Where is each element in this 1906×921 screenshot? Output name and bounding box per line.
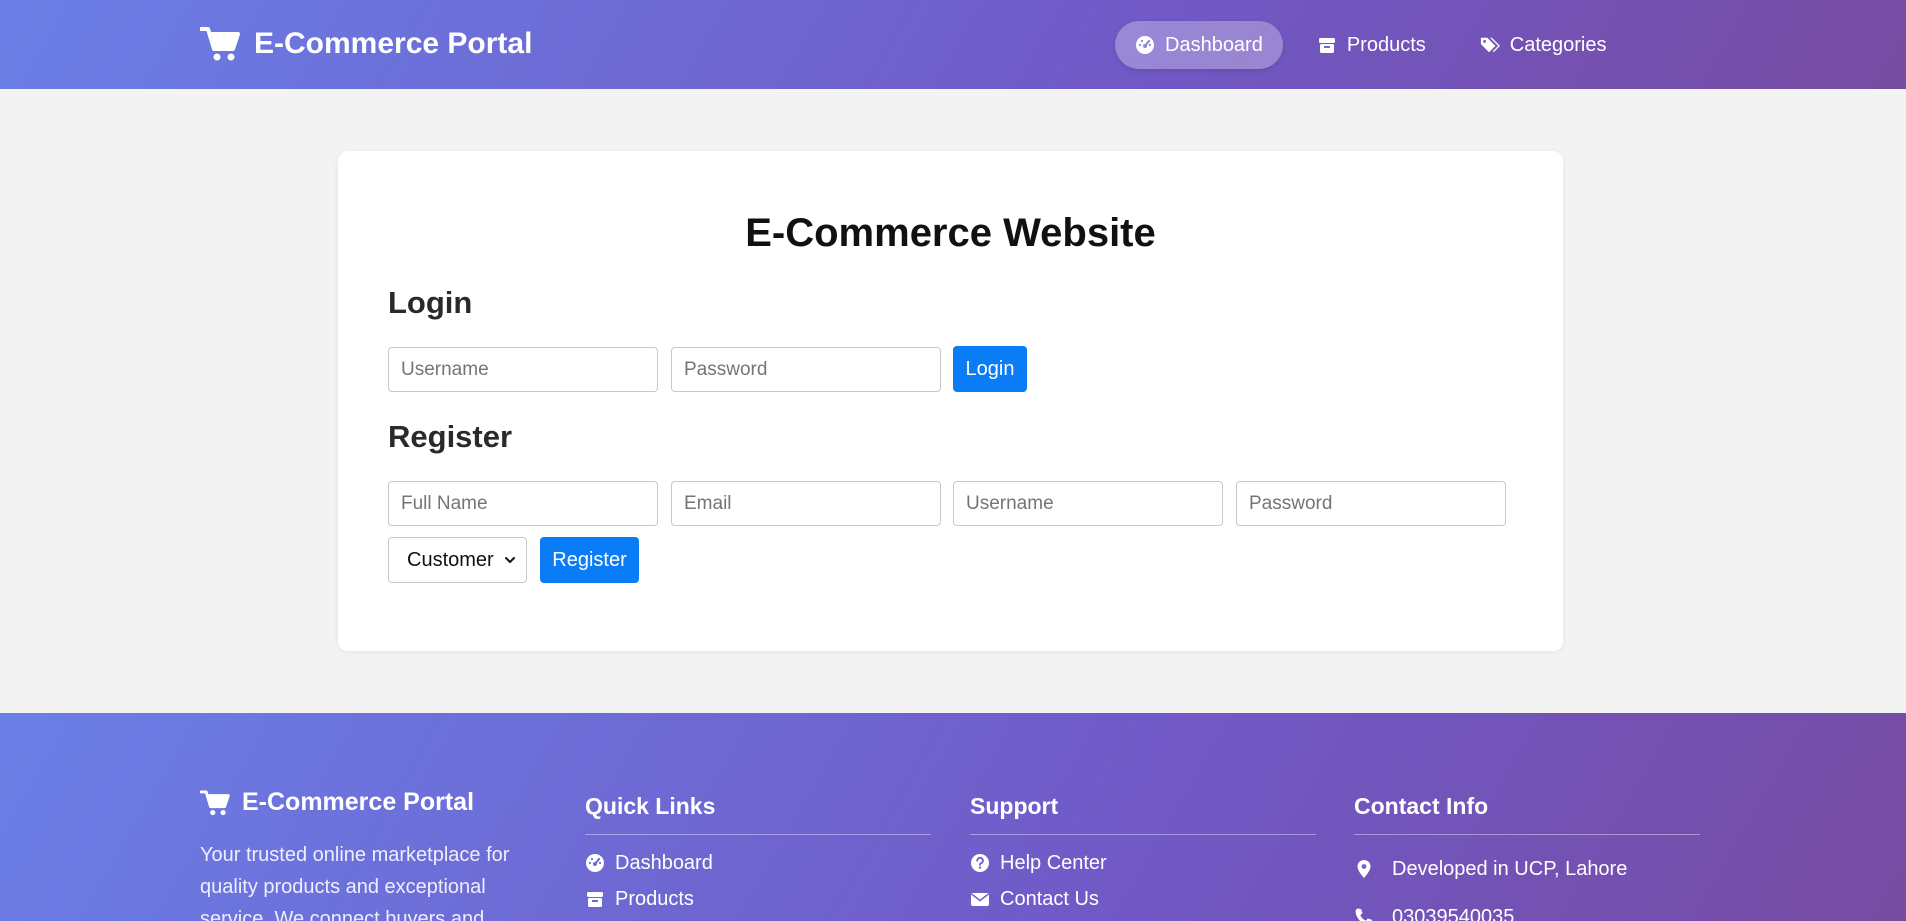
shopping-cart-icon <box>200 789 230 815</box>
nav-products[interactable]: Products <box>1297 21 1446 69</box>
register-username-input[interactable] <box>953 481 1223 526</box>
login-password-input[interactable] <box>671 347 941 392</box>
page-title: E-Commerce Website <box>745 211 1156 255</box>
register-email-input[interactable] <box>671 481 941 526</box>
chevron-down-icon <box>505 557 515 563</box>
footer-link-label: Contact Us <box>1000 887 1099 910</box>
nav-dashboard[interactable]: Dashboard <box>1115 21 1283 69</box>
role-select[interactable]: Customer <box>388 537 527 583</box>
map-pin-icon <box>1357 860 1371 878</box>
contact-phone: 03039540035 <box>1354 893 1700 921</box>
login-username-input[interactable] <box>388 347 658 392</box>
footer-link-label: Help Center <box>1000 851 1107 874</box>
nav-links: Dashboard Products Categories <box>1115 21 1627 69</box>
footer-link-contact-us[interactable]: Contact Us <box>970 881 1316 917</box>
brand-name: E-Commerce Portal <box>254 27 533 60</box>
contact-address: Developed in UCP, Lahore <box>1354 845 1700 893</box>
footer-link-dashboard[interactable]: Dashboard <box>585 845 931 881</box>
footer-support: Support Help Center Contact Us <box>970 793 1316 917</box>
contact-info-heading: Contact Info <box>1354 793 1700 835</box>
box-icon <box>587 892 603 907</box>
nav-categories[interactable]: Categories <box>1460 21 1627 69</box>
support-heading: Support <box>970 793 1316 835</box>
footer-link-label: Dashboard <box>615 851 713 874</box>
footer-quick-links: Quick Links Dashboard Products <box>585 793 931 917</box>
contact-address-text: Developed in UCP, Lahore <box>1392 857 1628 880</box>
nav-products-label: Products <box>1346 33 1426 56</box>
brand[interactable]: E-Commerce Portal <box>200 24 532 64</box>
footer-contact-info: Contact Info Developed in UCP, Lahore 03… <box>1354 793 1700 921</box>
register-heading: Register <box>388 419 513 454</box>
contact-phone-text: 03039540035 <box>1392 905 1515 921</box>
top-navbar: E-Commerce Portal Dashboard Products Cat… <box>0 0 1906 89</box>
footer-link-products[interactable]: Products <box>585 881 931 917</box>
footer-link-help-center[interactable]: Help Center <box>970 845 1316 881</box>
footer-description: Your trusted online marketplace for qual… <box>200 844 510 921</box>
role-select-value: Customer <box>407 548 494 571</box>
register-button[interactable]: Register <box>540 537 639 583</box>
register-fullname-input[interactable] <box>388 481 658 526</box>
footer: E-Commerce Portal Your trusted online ma… <box>0 713 1906 921</box>
envelope-icon <box>971 893 989 906</box>
footer-link-label: Products <box>615 887 694 910</box>
tags-icon <box>1480 35 1500 55</box>
footer-brand: E-Commerce Portal <box>200 788 474 817</box>
register-password-input[interactable] <box>1236 481 1506 526</box>
quick-links-heading: Quick Links <box>585 793 931 835</box>
auth-card: E-Commerce Website Login Login Register … <box>338 151 1563 651</box>
question-circle-icon <box>971 854 989 872</box>
box-icon <box>1317 35 1337 55</box>
dashboard-icon <box>586 854 604 872</box>
shopping-cart-icon <box>200 25 240 63</box>
login-heading: Login <box>388 285 473 320</box>
dashboard-icon <box>1135 35 1155 55</box>
nav-dashboard-label: Dashboard <box>1165 33 1263 56</box>
phone-icon <box>1355 908 1372 921</box>
login-button[interactable]: Login <box>953 346 1027 392</box>
footer-brand-name: E-Commerce Portal <box>242 788 475 816</box>
nav-categories-label: Categories <box>1509 33 1607 56</box>
